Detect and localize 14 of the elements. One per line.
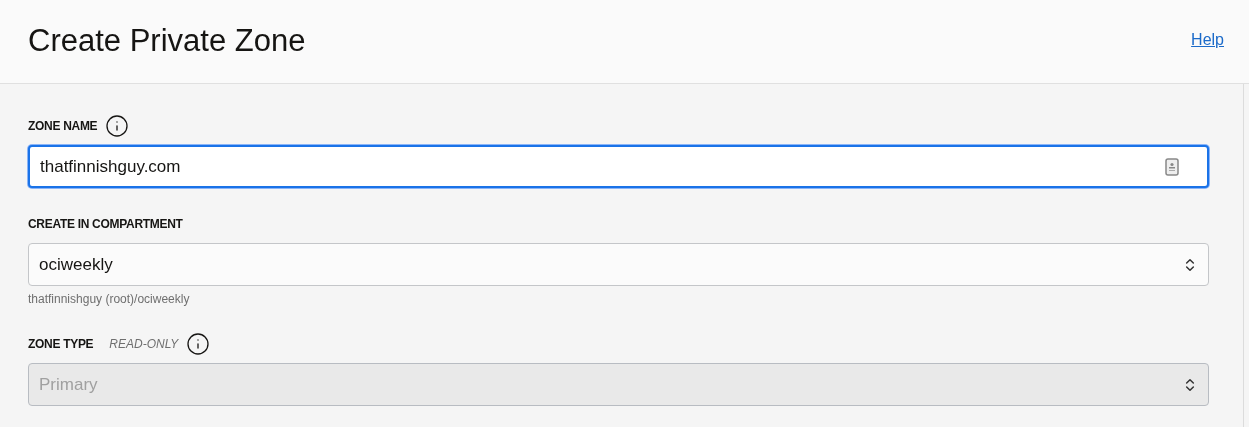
- field-label: ZONE TYPE: [28, 336, 94, 353]
- field-label: ZONE NAME: [28, 118, 98, 135]
- help-link[interactable]: Help: [1191, 27, 1224, 52]
- input-field[interactable]: thatfinnishguy.com: [28, 145, 1209, 188]
- field-value: ociweekly: [39, 253, 113, 276]
- field-value: thatfinnishguy.com: [40, 155, 181, 178]
- info-icon[interactable]: [105, 114, 130, 138]
- read-only-note: READ-ONLY: [109, 336, 179, 353]
- field-label: CREATE IN COMPARTMENT: [28, 216, 183, 233]
- contact-card-icon: [1165, 157, 1179, 176]
- select-field[interactable]: ociweekly: [28, 243, 1209, 286]
- field-value: Primary: [39, 373, 98, 396]
- page-title: Create Private Zone: [28, 22, 306, 61]
- field-hint: thatfinnishguy (root)/ociweekly: [28, 291, 191, 308]
